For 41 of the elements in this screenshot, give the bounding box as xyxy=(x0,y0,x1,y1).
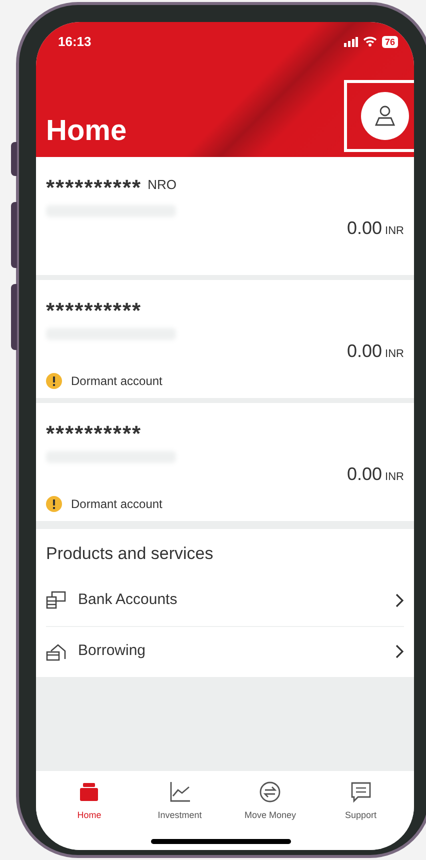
page-title: Home xyxy=(46,114,127,149)
balance-amount: 0.00 xyxy=(347,463,382,486)
line-chart-icon xyxy=(168,781,191,803)
section-heading: Products and services xyxy=(46,543,214,565)
account-card[interactable]: ********** 0.00 INR Dormant account xyxy=(36,280,414,398)
product-label: Borrowing xyxy=(78,641,147,662)
house-card-icon xyxy=(46,642,66,660)
chevron-right-icon xyxy=(395,644,404,659)
status-time: 16:13 xyxy=(58,33,92,51)
currency-label: INR xyxy=(385,224,404,239)
product-row[interactable]: Borrowing xyxy=(46,626,404,676)
product-row[interactable]: Bank Accounts xyxy=(46,574,404,626)
product-label: Bank Accounts xyxy=(78,590,178,610)
exchange-icon xyxy=(259,781,282,803)
masked-account-name: ********** xyxy=(46,174,142,199)
currency-label: INR xyxy=(385,470,404,485)
status-notice: Dormant account xyxy=(71,496,162,513)
balance-amount: 0.00 xyxy=(347,340,382,363)
chat-icon xyxy=(350,781,372,803)
profile-button[interactable] xyxy=(361,92,409,140)
signal-icon xyxy=(344,36,358,47)
balance-amount: 0.00 xyxy=(347,217,382,240)
person-icon xyxy=(374,105,396,127)
document-stack-icon xyxy=(46,591,66,609)
tab-button[interactable]: Home xyxy=(44,781,134,822)
account-card[interactable]: ********** NRO 0.00 INR xyxy=(36,157,414,275)
wifi-icon xyxy=(362,36,377,48)
tab-button[interactable]: Investment xyxy=(134,781,225,822)
wallet-icon xyxy=(78,781,100,803)
warning-icon xyxy=(46,496,62,512)
masked-account-name: ********** xyxy=(46,297,142,322)
masked-account-name: ********** xyxy=(46,420,142,445)
account-type: NRO xyxy=(148,176,177,194)
tab-button[interactable]: Move Money xyxy=(225,781,316,822)
currency-label: INR xyxy=(385,347,404,362)
warning-icon xyxy=(46,373,62,389)
battery-level: 76 xyxy=(382,36,398,48)
account-card[interactable]: ********** 0.00 INR Dormant account xyxy=(36,403,414,521)
status-notice: Dormant account xyxy=(71,373,162,390)
tab-button[interactable]: Support xyxy=(316,781,406,822)
chevron-right-icon xyxy=(395,592,404,608)
